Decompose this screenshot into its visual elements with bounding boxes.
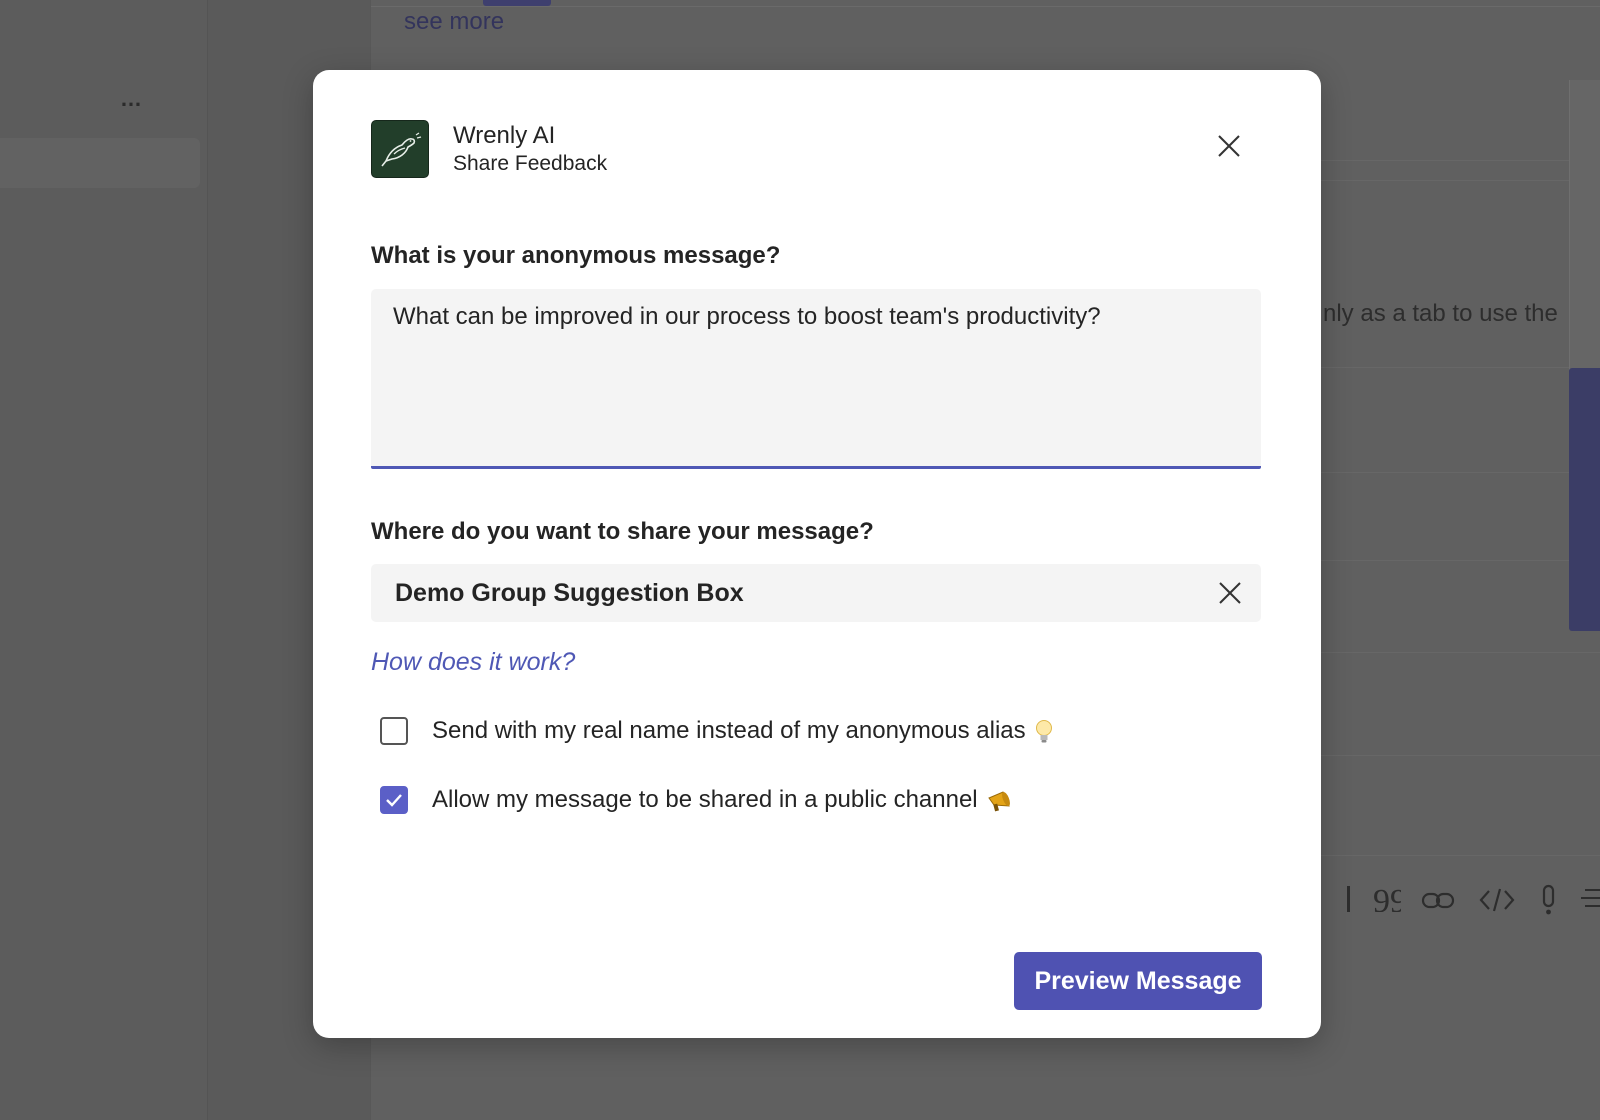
app-subtitle: Share Feedback	[453, 152, 608, 175]
share-destination-value: Demo Group Suggestion Box	[395, 579, 744, 607]
public-channel-checkbox-row[interactable]: Allow my message to be shared in a publi…	[380, 783, 1014, 817]
svg-text:99: 99	[1373, 886, 1401, 912]
background-text: nly as a tab to use the	[1323, 300, 1558, 327]
close-icon	[1218, 135, 1240, 157]
background-left-rail: …	[0, 0, 207, 1120]
lightbulb-icon	[1035, 719, 1052, 743]
close-icon	[1219, 582, 1241, 604]
message-label: What is your anonymous message?	[371, 242, 781, 269]
quote-icon: 99	[1373, 886, 1401, 912]
preview-message-button[interactable]: Preview Message	[1014, 952, 1262, 1010]
message-textarea[interactable]: What can be improved in our process to b…	[371, 289, 1261, 469]
share-feedback-dialog: Wrenly AI Share Feedback What is your an…	[313, 70, 1321, 1038]
how-does-it-work-link[interactable]: How does it work?	[371, 648, 575, 677]
accent-strip	[1569, 368, 1600, 631]
checkmark-icon	[386, 794, 402, 807]
share-destination-field[interactable]: Demo Group Suggestion Box	[371, 564, 1261, 622]
real-name-checkbox[interactable]	[380, 717, 408, 745]
real-name-checkbox-row[interactable]: Send with my real name instead of my ano…	[380, 714, 1054, 748]
selected-nav-item	[0, 138, 200, 188]
side-panel	[1569, 80, 1600, 370]
app-name: Wrenly AI	[453, 122, 556, 149]
more-options-icon: …	[120, 86, 143, 111]
divider	[371, 6, 1600, 7]
clear-destination-button[interactable]	[1216, 579, 1244, 607]
public-channel-checkbox[interactable]	[380, 786, 408, 814]
important-icon	[1542, 884, 1555, 915]
wrenly-logo	[371, 120, 429, 178]
megaphone-icon	[987, 790, 1010, 812]
close-dialog-button[interactable]	[1213, 130, 1245, 162]
see-more-link: see more	[404, 8, 505, 35]
divider-icon	[1347, 886, 1350, 912]
public-channel-checkbox-label: Allow my message to be shared in a publi…	[432, 786, 1014, 814]
code-icon	[1479, 888, 1515, 912]
active-tab-indicator	[483, 0, 551, 6]
more-format-icon	[1581, 889, 1600, 907]
share-destination-label: Where do you want to share your message?	[371, 518, 874, 545]
real-name-checkbox-label: Send with my real name instead of my ano…	[432, 717, 1054, 745]
link-icon	[1421, 892, 1455, 909]
bird-icon	[381, 132, 422, 167]
